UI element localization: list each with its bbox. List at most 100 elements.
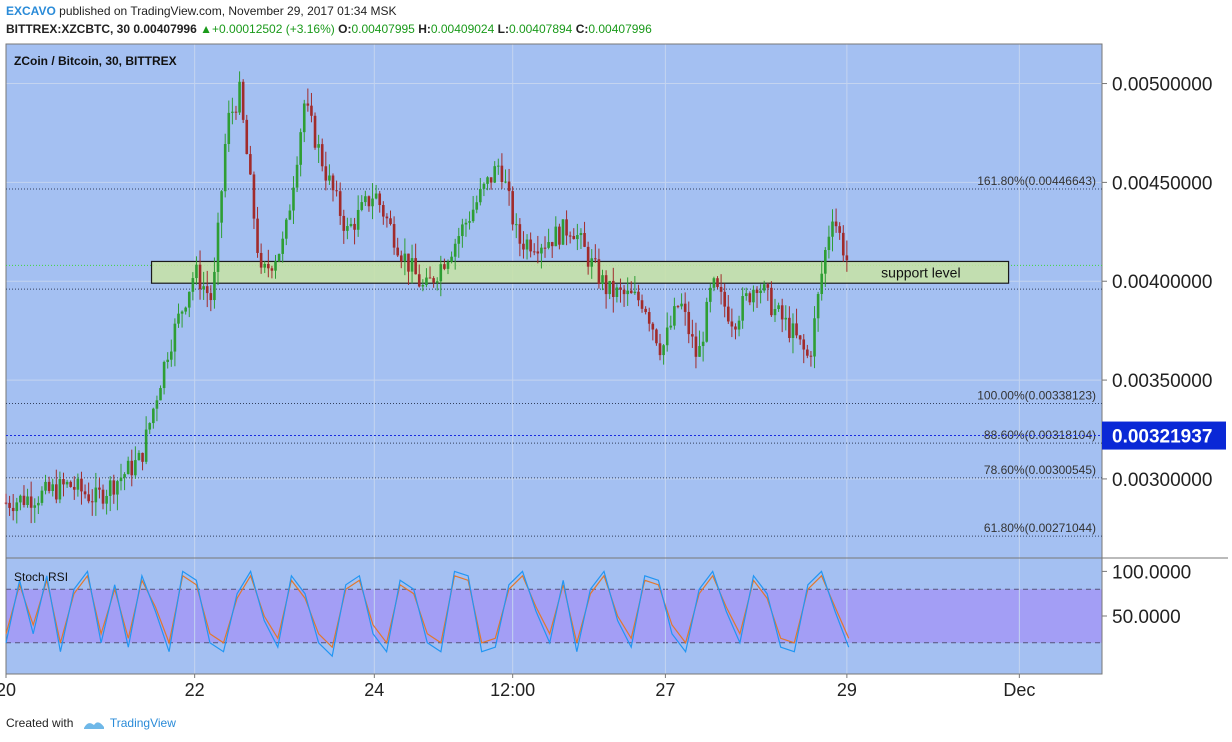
candle	[647, 312, 651, 324]
candle	[500, 165, 504, 182]
candle	[464, 222, 468, 225]
candle	[486, 177, 489, 184]
candle	[522, 243, 525, 250]
candle	[385, 216, 389, 219]
time-tick-label: Dec	[1003, 680, 1035, 700]
candle	[346, 226, 349, 231]
candle	[26, 496, 29, 505]
candle	[558, 226, 561, 245]
candle	[586, 246, 590, 267]
candle	[407, 253, 410, 272]
candle	[263, 263, 267, 268]
candle	[439, 264, 443, 282]
tradingview-link[interactable]: TradingView	[110, 716, 176, 730]
candle	[313, 115, 317, 148]
footer: Created with TradingView	[6, 716, 176, 730]
candle	[611, 280, 615, 297]
candle	[205, 286, 209, 294]
candle	[382, 205, 385, 217]
candle	[730, 321, 734, 327]
candle	[619, 287, 622, 290]
candle	[658, 343, 662, 356]
candle	[561, 219, 565, 245]
candle	[762, 284, 766, 291]
candle	[119, 477, 123, 482]
candle	[662, 345, 665, 356]
candle	[371, 198, 374, 207]
price-tick-label: 0.00400000	[1112, 272, 1212, 293]
candle	[51, 484, 55, 491]
candle	[4, 502, 8, 504]
candle	[554, 226, 558, 247]
candle	[806, 349, 809, 356]
price-pane	[6, 44, 1102, 558]
candle	[320, 144, 324, 167]
candle	[19, 495, 22, 503]
fib-level-label: 61.80%(0.00271044)	[984, 521, 1096, 535]
candle	[33, 505, 37, 508]
candle	[392, 224, 396, 248]
candle	[177, 313, 180, 324]
price-tick-label: 0.00500000	[1112, 75, 1212, 96]
candle	[292, 187, 295, 211]
created-with-label: Created with	[6, 716, 74, 730]
candle	[148, 423, 152, 430]
candle	[47, 481, 51, 491]
candle	[755, 289, 759, 294]
candle	[155, 400, 159, 409]
candle	[425, 277, 428, 285]
candle	[622, 289, 626, 295]
candle	[367, 196, 371, 207]
candle	[680, 303, 683, 307]
candle	[845, 255, 849, 261]
support-level-label: support level	[881, 264, 960, 280]
fib-level-label: 78.60%(0.00300545)	[984, 463, 1096, 477]
candle	[40, 490, 44, 503]
candle	[813, 318, 816, 357]
time-tick-label: 22	[185, 680, 205, 700]
candle	[443, 264, 446, 269]
candle	[809, 355, 813, 357]
candle	[461, 224, 464, 237]
fib-level-label: 161.80%(0.00446643)	[977, 174, 1096, 188]
candle	[540, 247, 543, 254]
candle	[493, 166, 497, 183]
candle	[414, 258, 417, 275]
candle	[770, 287, 773, 316]
candle	[55, 484, 58, 500]
candle	[780, 305, 784, 320]
candle	[112, 480, 116, 495]
candle	[116, 481, 119, 495]
candle	[403, 253, 407, 262]
candle	[583, 233, 586, 247]
candle	[784, 317, 788, 320]
stoch-rsi-tick-label: 50.0000	[1112, 607, 1181, 628]
candle	[267, 263, 270, 269]
trading-chart[interactable]: 161.80%(0.00446643)100.00%(0.00338123)88…	[0, 0, 1232, 742]
candle	[816, 293, 820, 319]
candle	[338, 191, 342, 216]
candle	[284, 219, 288, 239]
candle	[108, 480, 112, 496]
candle	[198, 264, 202, 290]
candle	[58, 479, 62, 500]
candle	[245, 119, 249, 155]
candle	[166, 359, 170, 362]
candle	[802, 339, 806, 350]
candle	[220, 191, 223, 223]
candle	[723, 291, 726, 307]
candle	[364, 196, 367, 203]
candle	[302, 103, 306, 133]
candle	[328, 175, 331, 181]
candle	[360, 202, 364, 210]
candle	[98, 487, 101, 490]
candle	[550, 242, 554, 247]
candle	[737, 320, 741, 330]
candle	[626, 290, 629, 295]
candle	[788, 317, 791, 338]
candle	[734, 326, 737, 330]
candle	[590, 258, 594, 267]
candle	[565, 219, 568, 236]
candle	[281, 238, 284, 254]
candle	[471, 209, 475, 222]
